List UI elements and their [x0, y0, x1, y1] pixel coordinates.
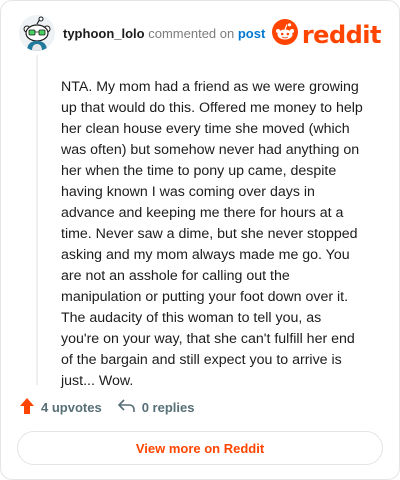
comment-body: NTA. My mom had a friend as we were grow… [61, 79, 363, 389]
comment-header: typhoon_lolo commented on post reddit [19, 15, 383, 55]
username-link[interactable]: typhoon_lolo [63, 26, 145, 41]
thread-line [36, 55, 38, 385]
reply-button[interactable]: 0 replies [117, 399, 195, 416]
upvote-button[interactable]: 4 upvotes [19, 397, 102, 418]
upvote-count: 4 upvotes [41, 400, 102, 415]
post-link[interactable]: post [238, 26, 265, 41]
reply-count: 0 replies [141, 400, 195, 415]
comment-byline: typhoon_lolo commented on post [63, 26, 265, 42]
reddit-snoo-icon [271, 19, 298, 50]
comment-actions: 4 upvotes 0 replies [19, 397, 194, 418]
reply-arrow-icon [117, 399, 136, 416]
byline-verb: commented on [148, 26, 235, 41]
upvote-arrow-icon [19, 397, 35, 418]
reddit-logo[interactable]: reddit [271, 19, 382, 50]
reddit-comment-card: typhoon_lolo commented on post reddit NT… [0, 0, 400, 480]
reddit-wordmark: reddit [301, 20, 382, 49]
view-more-button[interactable]: View more on Reddit [17, 431, 383, 465]
user-avatar-icon[interactable] [19, 15, 55, 51]
